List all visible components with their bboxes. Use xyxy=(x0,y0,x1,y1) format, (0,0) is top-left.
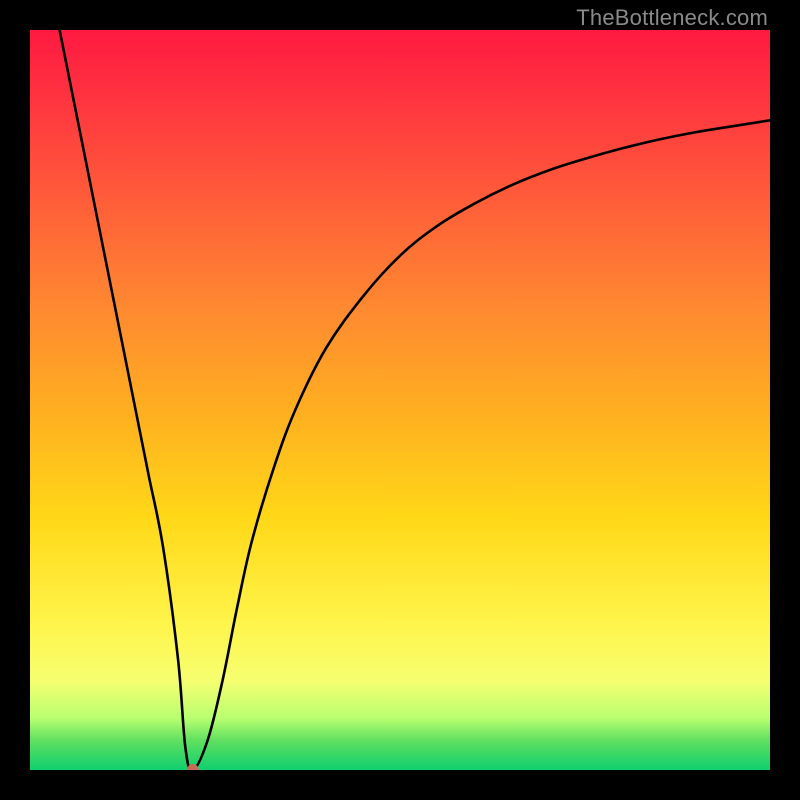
watermark-text: TheBottleneck.com xyxy=(576,5,768,31)
chart-frame: TheBottleneck.com xyxy=(0,0,800,800)
bottleneck-curve xyxy=(30,30,770,770)
plot-area xyxy=(30,30,770,770)
